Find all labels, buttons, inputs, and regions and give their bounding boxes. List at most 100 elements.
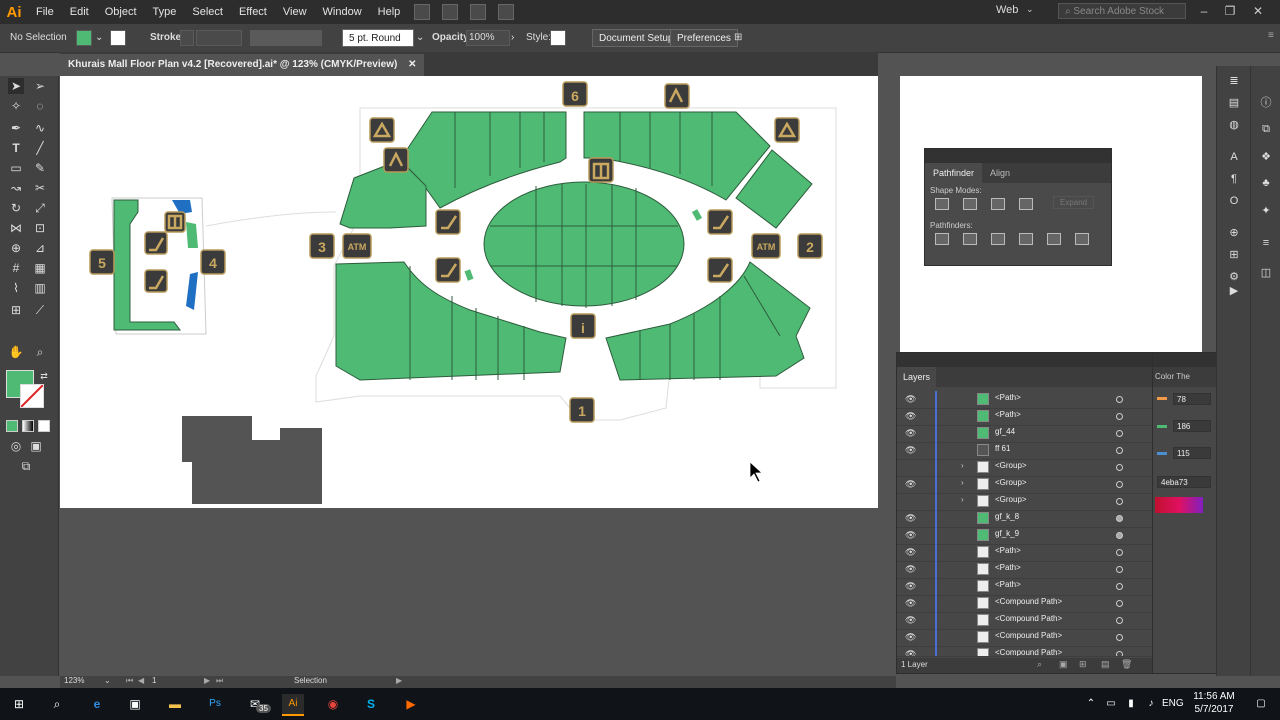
opentype-icon[interactable]: O <box>1227 194 1241 208</box>
intersect-button[interactable] <box>991 198 1005 210</box>
rotate-tool-icon[interactable]: ↻ <box>8 200 24 216</box>
expand-arrow-icon[interactable]: › <box>961 495 964 504</box>
eyedropper-tool-icon[interactable]: ⌇ <box>8 280 24 296</box>
close-icon[interactable]: ✕ <box>1250 4 1266 18</box>
visibility-eye-icon[interactable]: 👁 <box>905 649 916 656</box>
hand-tool-icon[interactable]: ✋ <box>8 344 24 360</box>
variable-width-profile[interactable] <box>250 30 322 46</box>
system-clock[interactable]: 11:56 AM 5/7/2017 <box>1190 690 1238 716</box>
expand-button[interactable]: Expand <box>1053 196 1095 209</box>
layer-row[interactable]: 👁 <Compound Path> <box>897 646 1153 657</box>
target-icon[interactable] <box>1116 532 1123 539</box>
paragraph-icon[interactable]: ¶ <box>1227 172 1241 186</box>
color-spectrum[interactable] <box>1155 497 1203 513</box>
file-explorer-icon[interactable]: ▬ <box>164 694 186 714</box>
stroke-weight-stepper[interactable] <box>180 30 194 46</box>
layer-row[interactable]: 👁 ff 61 <box>897 442 1153 460</box>
preferences-button[interactable]: Preferences <box>670 29 738 47</box>
lasso-tool-icon[interactable]: ◌ <box>32 98 48 114</box>
green-value-input[interactable]: 186 <box>1173 420 1211 432</box>
hex-value-input[interactable]: 4eba73 <box>1157 476 1211 488</box>
target-icon[interactable] <box>1116 566 1123 573</box>
unite-button[interactable] <box>935 198 949 210</box>
document-setup-button[interactable]: Document Setup <box>592 29 681 47</box>
chevron-down-icon[interactable]: ⌄ <box>95 30 103 46</box>
target-icon[interactable] <box>1116 515 1123 522</box>
visibility-eye-icon[interactable]: 👁 <box>905 564 916 574</box>
visibility-eye-icon[interactable]: 👁 <box>905 428 916 438</box>
workspace-switcher[interactable]: Web <box>996 4 1018 16</box>
media-player-icon[interactable]: ▶ <box>400 694 422 714</box>
artboard-number[interactable]: 1 <box>152 676 156 685</box>
close-tab-icon[interactable]: ✕ <box>408 59 416 70</box>
expand-arrow-icon[interactable]: › <box>961 478 964 487</box>
expand-arrow-icon[interactable]: › <box>961 461 964 470</box>
stroke-swatch[interactable] <box>110 30 126 46</box>
visibility-eye-icon[interactable]: 👁 <box>905 547 916 557</box>
panel-header[interactable] <box>897 353 1153 367</box>
notifications-icon[interactable]: ▢ <box>1250 694 1272 714</box>
opacity-input[interactable]: 100% <box>466 30 510 46</box>
layer-row[interactable]: 👁 <Compound Path> <box>897 612 1153 630</box>
target-icon[interactable] <box>1116 498 1123 505</box>
change-screen-mode-icon[interactable]: ⧉ <box>18 458 34 474</box>
volume-icon[interactable]: ♪ <box>1140 694 1162 714</box>
chevron-right-icon[interactable]: ▶ <box>396 676 402 685</box>
target-icon[interactable] <box>1116 447 1123 454</box>
new-sublayer-icon[interactable]: ⊞ <box>1079 659 1087 670</box>
language-indicator[interactable]: ENG <box>1162 698 1184 709</box>
clipping-mask-icon[interactable]: ▣ <box>1059 659 1068 670</box>
exclude-button[interactable] <box>1019 198 1033 210</box>
minus-front-button[interactable] <box>963 198 977 210</box>
bridge-icon[interactable] <box>414 4 431 20</box>
brush-definition[interactable]: 5 pt. Round <box>342 29 414 47</box>
maximize-icon[interactable]: ❐ <box>1222 4 1238 18</box>
direct-selection-tool-icon[interactable]: ➢ <box>32 78 48 94</box>
image-trace-icon[interactable]: ⚙ <box>1227 270 1241 284</box>
visibility-eye-icon[interactable]: 👁 <box>905 479 916 489</box>
shaper-tool-icon[interactable]: ↝ <box>8 180 24 196</box>
gradient-tool-icon[interactable]: ▦ <box>32 260 48 276</box>
layer-row[interactable]: 👁 <Compound Path> <box>897 629 1153 647</box>
edge-icon[interactable]: e <box>86 694 108 714</box>
arrange-documents-icon[interactable] <box>470 4 487 20</box>
visibility-eye-icon[interactable]: 👁 <box>905 445 916 455</box>
skype-icon[interactable]: S <box>360 694 382 714</box>
chevron-down-icon[interactable]: ⌄ <box>1026 4 1034 15</box>
free-transform-tool-icon[interactable]: ⊡ <box>32 220 48 236</box>
artboard[interactable]: 6 2 3 1 5 4 ATM ATM i <box>60 76 878 508</box>
red-value-input[interactable]: 78 <box>1173 393 1211 405</box>
draw-normal-icon[interactable]: ◎ <box>8 438 24 454</box>
layer-row[interactable]: 👁 › <Group> <box>897 476 1153 494</box>
photoshop-icon[interactable]: Ps <box>204 694 226 714</box>
previous-artboard-icon[interactable]: ◀ <box>138 676 144 685</box>
visibility-eye-icon[interactable]: 👁 <box>905 530 916 540</box>
delete-layer-icon[interactable]: 🗑 <box>1121 659 1132 670</box>
visibility-eye-icon[interactable]: 👁 <box>905 513 916 523</box>
panel-header[interactable] <box>925 149 1111 163</box>
slice-tool-icon[interactable]: ⟋ <box>32 302 48 318</box>
layer-row[interactable]: 👁 gf_k_9 <box>897 527 1153 545</box>
locate-object-icon[interactable]: ⌕ <box>1037 659 1042 670</box>
menu-view[interactable]: View <box>275 6 315 18</box>
target-icon[interactable] <box>1116 600 1123 607</box>
paintbrush-tool-icon[interactable]: ✎ <box>32 160 48 176</box>
tab-align[interactable]: Align <box>982 163 1018 183</box>
layer-row[interactable]: 👁 <Compound Path> <box>897 595 1153 613</box>
properties-icon[interactable]: ≣ <box>1227 74 1241 88</box>
minus-back-button[interactable] <box>1075 233 1089 245</box>
target-icon[interactable] <box>1116 583 1123 590</box>
menu-object[interactable]: Object <box>97 6 145 18</box>
layer-row[interactable]: 👁 gf_k_8 <box>897 510 1153 528</box>
layer-row[interactable]: › <Group> <box>897 493 1153 511</box>
stock-search-input[interactable]: ⌕ Search Adobe Stock <box>1058 3 1186 19</box>
scale-tool-icon[interactable]: ⤢ <box>32 200 48 216</box>
menu-effect[interactable]: Effect <box>231 6 275 18</box>
swatches-icon[interactable]: ◍ <box>1227 118 1241 132</box>
target-icon[interactable] <box>1116 617 1123 624</box>
layer-row[interactable]: 👁 <Path> <box>897 391 1153 409</box>
current-tool-status[interactable]: Selection <box>294 676 327 685</box>
menu-file[interactable]: File <box>28 6 62 18</box>
artboard-tool-icon[interactable]: ⊞ <box>8 302 24 318</box>
crop-button[interactable] <box>1019 233 1033 245</box>
